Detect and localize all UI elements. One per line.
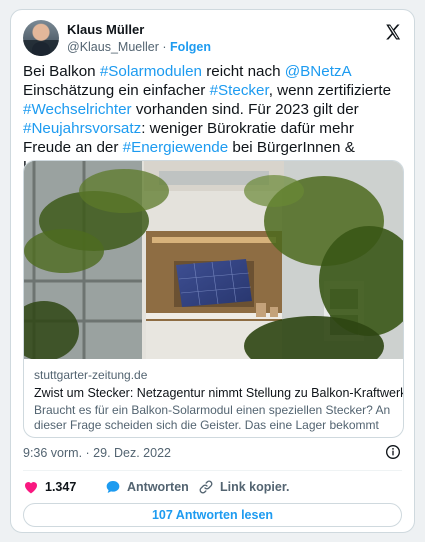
mention-link[interactable]: @BNetzA	[285, 63, 351, 80]
reply-label: Antworten	[127, 480, 189, 494]
link-preview-card[interactable]: stuttgarter-zeitung.de Zwist um Stecker:…	[23, 160, 404, 438]
tweet-text-segment: vorhanden sind. Für 2023 gilt der	[131, 101, 359, 118]
author-handle[interactable]: @Klaus_Mueller	[67, 40, 159, 54]
tweet-text-segment: Einschätzung ein einfacher	[23, 82, 210, 99]
hashtag-link[interactable]: #Neujahrsvorsatz	[23, 120, 141, 137]
avatar[interactable]	[23, 20, 59, 56]
hashtag-link[interactable]: #Energiewende	[123, 139, 229, 156]
reply-button[interactable]: Antworten	[105, 476, 189, 498]
reply-bubble-icon	[106, 481, 120, 493]
info-icon[interactable]	[385, 444, 401, 460]
hashtag-link[interactable]: #Wechselrichter	[23, 101, 132, 118]
handle-row: @Klaus_Mueller · Folgen	[67, 40, 211, 54]
copy-link-label: Link kopier.	[220, 480, 290, 494]
action-bar: 1.347 Antworten Link kopier.	[23, 476, 402, 498]
divider	[23, 470, 402, 471]
link-meta: stuttgarter-zeitung.de Zwist um Stecker:…	[34, 368, 403, 437]
heart-icon	[25, 482, 37, 494]
tweet-text-segment: Bei Balkon	[23, 63, 100, 80]
tweet-card: Klaus Müller @Klaus_Mueller · Folgen Bei…	[10, 9, 415, 533]
tweet-text: Bei Balkon #Solarmodulen reicht nach @BN…	[23, 62, 404, 176]
like-button[interactable]: 1.347	[23, 476, 76, 498]
author-name[interactable]: Klaus Müller	[67, 22, 144, 37]
link-preview-image	[24, 161, 403, 359]
link-title[interactable]: Zwist um Stecker: Netzagentur nimmt Stel…	[34, 386, 403, 400]
copy-link-button[interactable]: Link kopier.	[198, 476, 289, 498]
tweet-text-segment: reicht nach	[202, 63, 285, 80]
x-logo-icon[interactable]	[384, 23, 402, 41]
handle-separator: ·	[162, 40, 167, 54]
read-replies-button[interactable]: 107 Antworten lesen	[23, 503, 402, 527]
tweet-text-segment: , wenn zertifizierte	[268, 82, 392, 99]
hashtag-link[interactable]: #Solarmodulen	[100, 63, 202, 80]
tweet-header: Klaus Müller @Klaus_Mueller · Folgen	[23, 20, 402, 60]
link-domain: stuttgarter-zeitung.de	[34, 368, 148, 382]
link-icon	[199, 480, 213, 494]
tweet-timestamp[interactable]: 9:36 vorm. · 29. Dez. 2022	[23, 446, 171, 460]
follow-button[interactable]: Folgen	[170, 40, 211, 54]
hashtag-link[interactable]: #Stecker	[210, 82, 269, 99]
link-description: Braucht es für ein Balkon-Solarmodul ein…	[34, 403, 391, 437]
like-count: 1.347	[45, 480, 77, 494]
